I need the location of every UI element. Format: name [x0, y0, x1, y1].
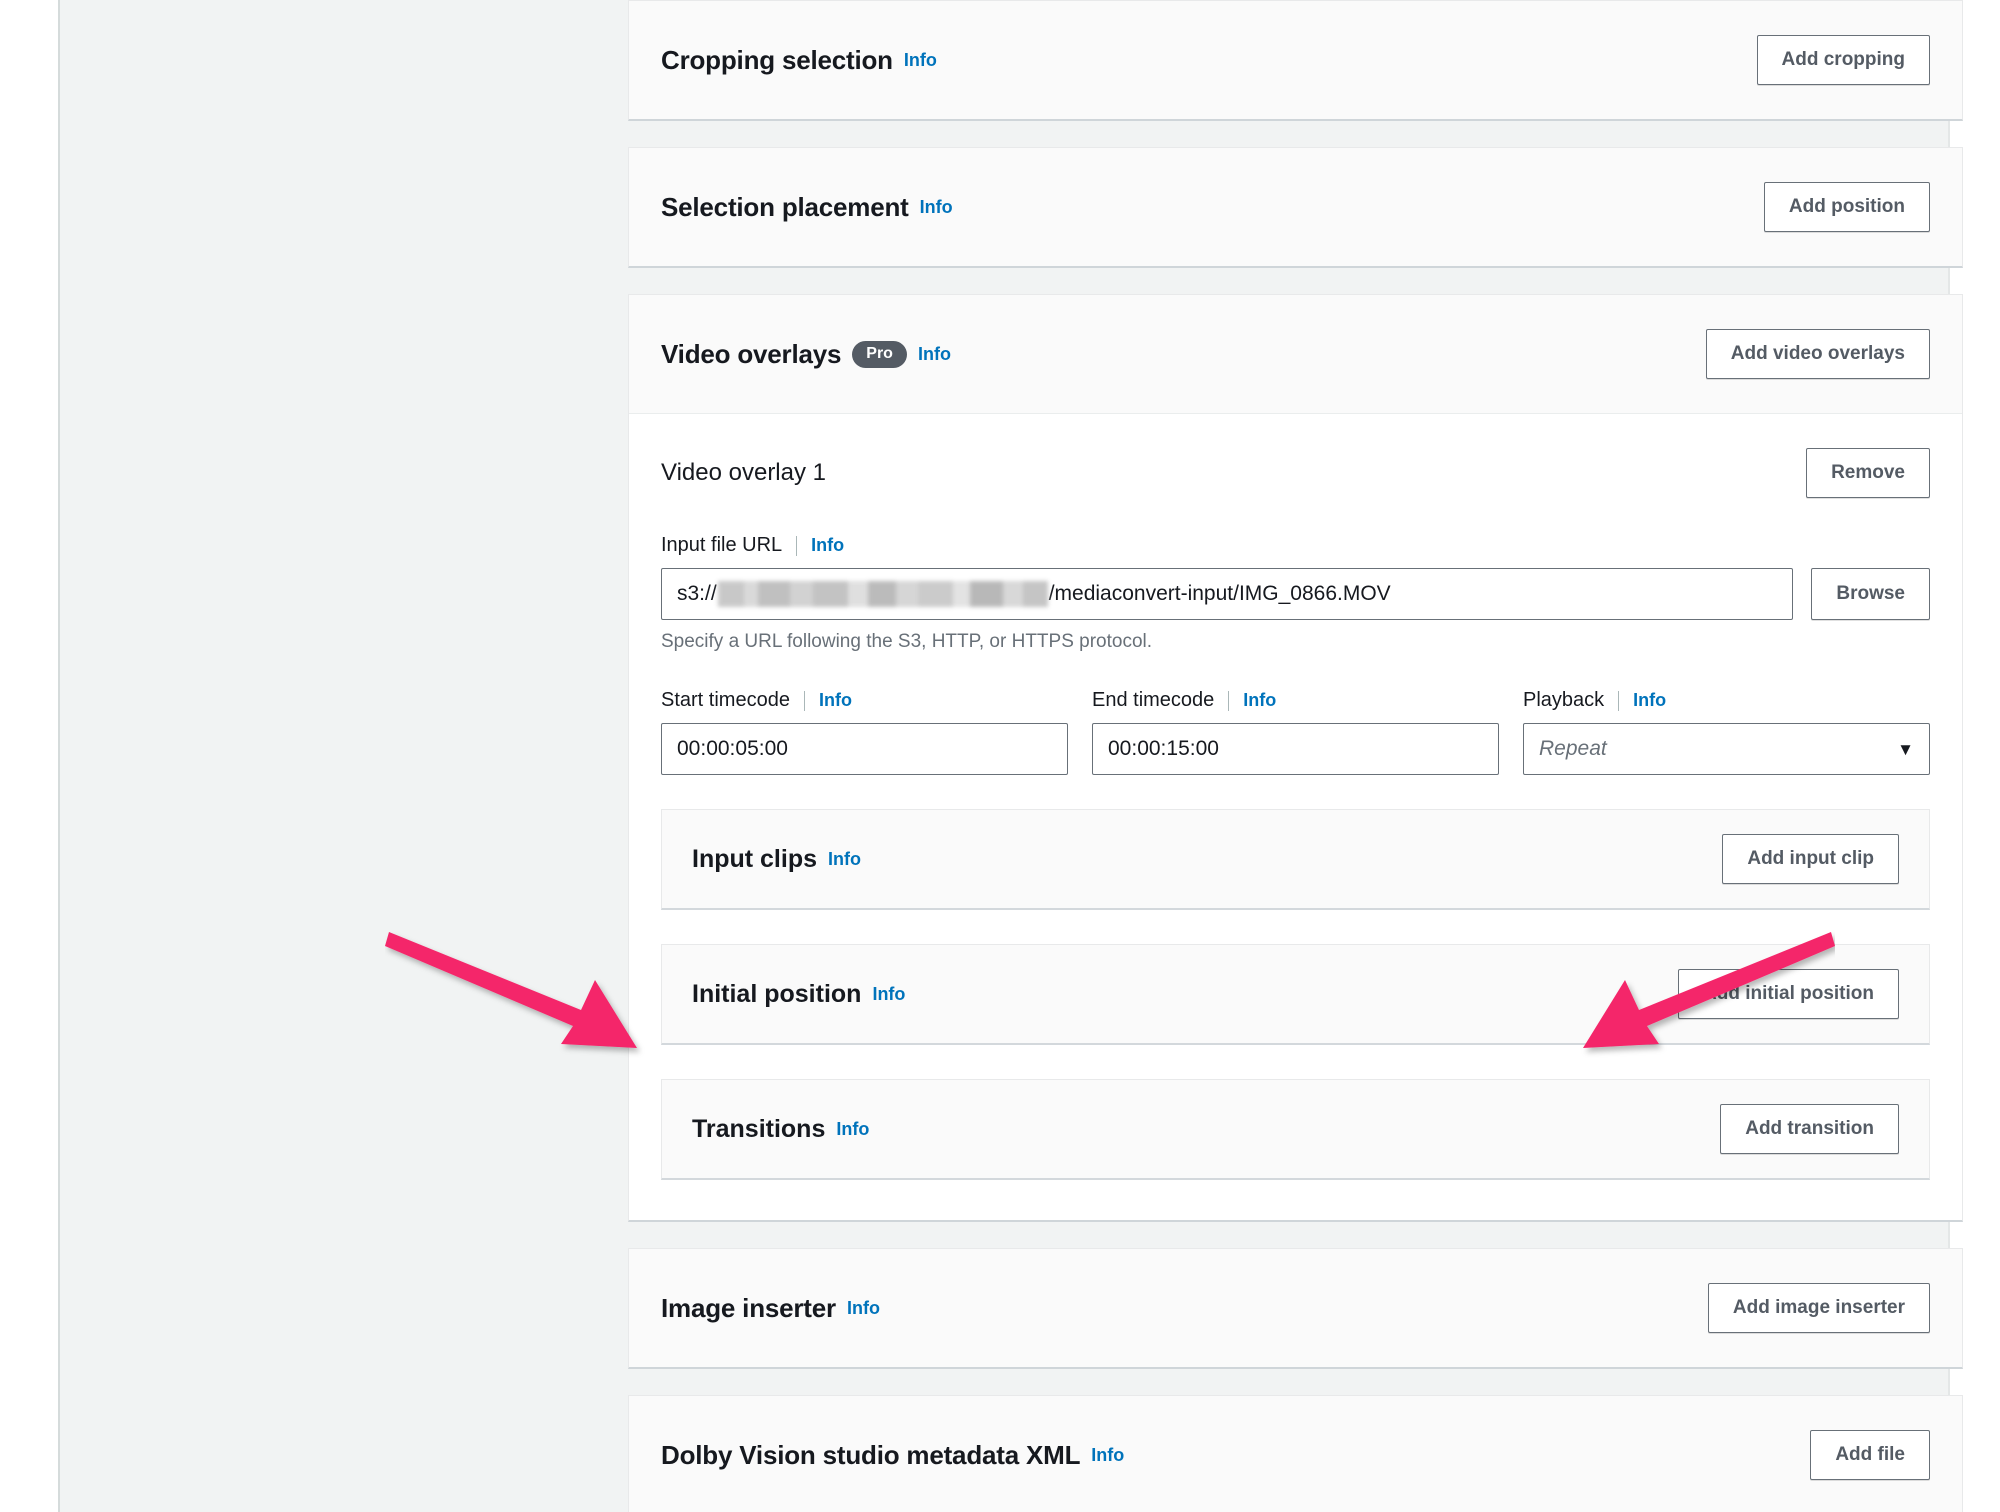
subsection-input-clips: Input clips Info Add input clip: [661, 809, 1930, 910]
form-content-column: Cropping selection Info Add cropping Sel…: [628, 0, 1963, 1512]
section-title: Cropping selection: [661, 44, 893, 75]
section-video-overlays: Video overlays Pro Info Add video overla…: [628, 294, 1963, 1222]
subsection-title-group: Initial position Info: [692, 980, 905, 1009]
info-link[interactable]: Info: [918, 344, 951, 365]
redacted-bucket-name: [717, 581, 1048, 607]
section-header: Selection placement Info Add position: [629, 148, 1962, 266]
add-initial-position-button[interactable]: Add initial position: [1678, 969, 1899, 1019]
label-divider: [1618, 690, 1620, 711]
info-link[interactable]: Info: [1091, 1445, 1124, 1466]
label-divider: [803, 690, 805, 711]
section-title-group: Dolby Vision studio metadata XML Info: [661, 1440, 1124, 1471]
info-link[interactable]: Info: [811, 535, 844, 556]
section-title: Video overlays: [661, 338, 842, 369]
info-link[interactable]: Info: [847, 1298, 880, 1319]
section-title-group: Image inserter Info: [661, 1293, 880, 1324]
playback-selected-value: Repeat: [1539, 737, 1607, 760]
section-image-inserter: Image inserter Info Add image inserter: [628, 1248, 1963, 1369]
subsection-header: Input clips Info Add input clip: [662, 810, 1929, 908]
section-cropping-selection: Cropping selection Info Add cropping: [628, 0, 1963, 121]
end-timecode-label-row: End timecode Info: [1092, 689, 1499, 712]
subsection-header: Transitions Info Add transition: [662, 1080, 1929, 1178]
playback-label: Playback: [1523, 689, 1605, 711]
start-timecode-input[interactable]: 00:00:05:00: [661, 723, 1068, 775]
input-file-url-field: Input file URL Info s3:// /mediaconvert-i…: [661, 534, 1930, 653]
screenshot-root: Cropping selection Info Add cropping Sel…: [0, 0, 2000, 1512]
add-input-clip-button[interactable]: Add input clip: [1722, 834, 1899, 884]
section-title: Selection placement: [661, 191, 909, 222]
subsection-title: Initial position: [692, 979, 862, 1008]
info-link[interactable]: Info: [1633, 690, 1666, 711]
section-selection-placement: Selection placement Info Add position: [628, 147, 1963, 268]
start-timecode-label-row: Start timecode Info: [661, 689, 1068, 712]
info-link[interactable]: Info: [1243, 690, 1276, 711]
playback-label-row: Playback Info: [1523, 689, 1930, 712]
subsection-title-group: Transitions Info: [692, 1115, 869, 1144]
section-title: Image inserter: [661, 1292, 836, 1323]
add-video-overlays-button[interactable]: Add video overlays: [1705, 329, 1930, 379]
video-overlay-1-body: Video overlay 1 Remove Input file URL In…: [629, 413, 1962, 1220]
end-timecode-label: End timecode: [1092, 689, 1215, 711]
playback-field: Playback Info Repeat ▼: [1523, 689, 1930, 775]
section-dolby-vision-metadata: Dolby Vision studio metadata XML Info Ad…: [628, 1395, 1963, 1512]
remove-overlay-button[interactable]: Remove: [1806, 448, 1930, 498]
overlay-name: Video overlay 1: [661, 459, 826, 486]
section-title-group: Selection placement Info: [661, 192, 953, 223]
console-canvas: Cropping selection Info Add cropping Sel…: [58, 0, 1963, 1512]
add-file-button[interactable]: Add file: [1810, 1430, 1930, 1480]
subsection-title: Input clips: [692, 844, 817, 873]
start-timecode-field: Start timecode Info 00:00:05:00: [661, 689, 1068, 775]
subsection-header: Initial position Info Add initial positi…: [662, 945, 1929, 1043]
playback-select[interactable]: Repeat ▼: [1523, 723, 1930, 775]
end-timecode-value: 00:00:15:00: [1108, 737, 1219, 760]
browse-button[interactable]: Browse: [1811, 568, 1930, 620]
section-header: Cropping selection Info Add cropping: [629, 1, 1962, 119]
info-link[interactable]: Info: [920, 197, 953, 218]
add-image-inserter-button[interactable]: Add image inserter: [1707, 1283, 1930, 1333]
info-link[interactable]: Info: [819, 690, 852, 711]
chevron-down-icon: ▼: [1897, 739, 1914, 759]
timecode-row: Start timecode Info 00:00:05:00 End time…: [661, 689, 1930, 775]
input-file-url-label-row: Input file URL Info: [661, 534, 1930, 557]
subsection-transitions: Transitions Info Add transition: [661, 1079, 1930, 1180]
pro-badge: Pro: [852, 340, 907, 368]
section-header: Image inserter Info Add image inserter: [629, 1249, 1962, 1367]
add-cropping-button[interactable]: Add cropping: [1756, 35, 1930, 85]
section-title-group: Video overlays Pro Info: [661, 339, 951, 370]
url-prefix: s3://: [677, 582, 717, 605]
end-timecode-field: End timecode Info 00:00:15:00: [1092, 689, 1499, 775]
end-timecode-input[interactable]: 00:00:15:00: [1092, 723, 1499, 775]
section-header: Dolby Vision studio metadata XML Info Ad…: [629, 1396, 1962, 1512]
subsection-title-group: Input clips Info: [692, 845, 861, 874]
info-link[interactable]: Info: [904, 50, 937, 71]
start-timecode-label: Start timecode: [661, 689, 790, 711]
add-transition-button[interactable]: Add transition: [1720, 1104, 1899, 1154]
start-timecode-value: 00:00:05:00: [677, 737, 788, 760]
add-position-button[interactable]: Add position: [1763, 182, 1930, 232]
input-file-url-hint: Specify a URL following the S3, HTTP, or…: [661, 631, 1153, 652]
input-file-url-label: Input file URL: [661, 534, 783, 556]
info-link[interactable]: Info: [828, 849, 861, 870]
url-suffix: /mediaconvert-input/IMG_0866.MOV: [1048, 582, 1391, 605]
overlay-header-row: Video overlay 1 Remove: [661, 448, 1930, 498]
subsection-title: Transitions: [692, 1114, 826, 1143]
section-header: Video overlays Pro Info Add video overla…: [629, 295, 1962, 413]
subsection-initial-position: Initial position Info Add initial positi…: [661, 944, 1930, 1045]
input-file-url-row: s3:// /mediaconvert-input/IMG_0866.MOV Br…: [661, 568, 1930, 620]
label-divider: [1228, 690, 1230, 711]
section-title-group: Cropping selection Info: [661, 45, 937, 76]
input-file-url-input[interactable]: s3:// /mediaconvert-input/IMG_0866.MOV: [661, 568, 1794, 620]
label-divider: [796, 535, 798, 556]
info-link[interactable]: Info: [872, 984, 905, 1005]
info-link[interactable]: Info: [836, 1119, 869, 1140]
section-title: Dolby Vision studio metadata XML: [661, 1439, 1081, 1470]
